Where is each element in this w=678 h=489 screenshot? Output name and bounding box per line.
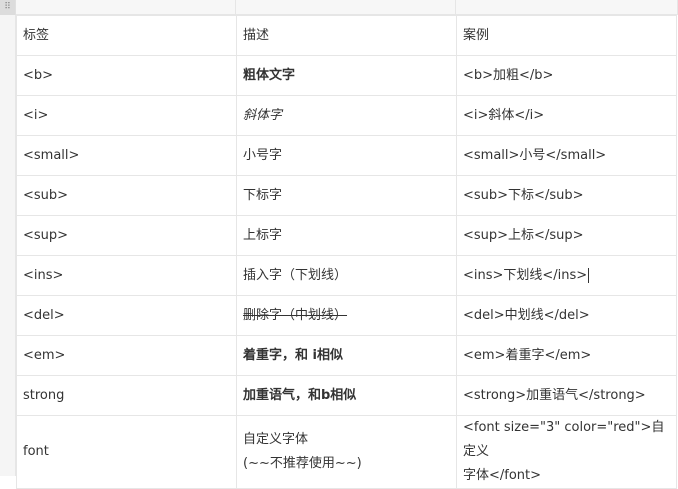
text-cursor — [588, 267, 590, 283]
tag-cell[interactable]: <em> — [16, 335, 237, 376]
desc-cell[interactable]: 斜体字 — [236, 95, 457, 136]
example-cell[interactable]: <small>小号</small> — [456, 135, 677, 176]
example-cell[interactable]: <b>加粗</b> — [456, 55, 677, 96]
tag-cell[interactable]: strong — [16, 375, 237, 416]
table-row: <b> 粗体文字 <b>加粗</b> — [16, 55, 677, 96]
example-cell[interactable]: <del>中划线</del> — [456, 295, 677, 336]
table-row: <sub> 下标字 <sub>下标</sub> — [16, 175, 677, 216]
tag-cell[interactable]: <b> — [16, 55, 237, 96]
example-cell[interactable]: <i>斜体</i> — [456, 95, 677, 136]
desc-cell[interactable]: 删除字（中划线） — [236, 295, 457, 336]
table-row: <em> 着重字，和 i相似 <em>着重字</em> — [16, 335, 677, 376]
tag-cell[interactable]: <ins> — [16, 255, 237, 296]
header-cell-example[interactable]: 案例 — [456, 15, 677, 56]
desc-line: 自定义字体 — [243, 432, 309, 447]
header-cell-tag[interactable]: 标签 — [16, 15, 237, 56]
example-line: 字体</font> — [463, 468, 542, 483]
example-cell[interactable]: <sub>下标</sub> — [456, 175, 677, 216]
tag-cell[interactable]: <del> — [16, 295, 237, 336]
table-row: <i> 斜体字 <i>斜体</i> — [16, 95, 677, 136]
column-handle-1[interactable] — [16, 0, 236, 15]
desc-cell[interactable]: 粗体文字 — [236, 55, 457, 96]
desc-cell[interactable]: 插入字（下划线） — [236, 255, 457, 296]
example-line: <font size="3" color="red">自定义 — [463, 420, 665, 459]
table-row: strong 加重语气，和b相似 <strong>加重语气</strong> — [16, 375, 677, 416]
column-handle-2[interactable] — [236, 0, 456, 15]
example-cell[interactable]: <em>着重字</em> — [456, 335, 677, 376]
table-row: <ins> 插入字（下划线） <ins>下划线</ins> — [16, 255, 677, 296]
desc-cell[interactable]: 下标字 — [236, 175, 457, 216]
table-row: <small> 小号字 <small>小号</small> — [16, 135, 677, 176]
tag-cell[interactable]: <i> — [16, 95, 237, 136]
tag-cell[interactable]: <small> — [16, 135, 237, 176]
desc-cell[interactable]: 着重字，和 i相似 — [236, 335, 457, 376]
table-row: <sup> 上标字 <sup>上标</sup> — [16, 215, 677, 256]
html-tags-table: 标签 描述 案例 <b> 粗体文字 <b>加粗</b> <i> 斜体字 <i>斜… — [16, 15, 677, 489]
row-gutter — [0, 15, 16, 476]
example-cell[interactable]: <ins>下划线</ins> — [456, 255, 677, 296]
table-row: <del> 删除字（中划线） <del>中划线</del> — [16, 295, 677, 336]
example-text: <ins>下划线</ins> — [463, 267, 588, 283]
desc-cell[interactable]: 小号字 — [236, 135, 457, 176]
column-handle-3[interactable] — [456, 0, 678, 15]
table-header-row: 标签 描述 案例 — [16, 15, 677, 56]
desc-cell[interactable]: 上标字 — [236, 215, 457, 256]
table-column-header-bar: ⠿ — [0, 0, 678, 15]
example-cell[interactable]: <sup>上标</sup> — [456, 215, 677, 256]
desc-cell[interactable]: 加重语气，和b相似 — [236, 375, 457, 416]
tag-cell[interactable]: <sub> — [16, 175, 237, 216]
example-cell[interactable]: <strong>加重语气</strong> — [456, 375, 677, 416]
tag-cell[interactable]: <sup> — [16, 215, 237, 256]
table-grip-icon[interactable]: ⠿ — [0, 0, 16, 15]
header-cell-desc[interactable]: 描述 — [236, 15, 457, 56]
desc-line: (~~不推荐使用~~) — [243, 456, 362, 471]
